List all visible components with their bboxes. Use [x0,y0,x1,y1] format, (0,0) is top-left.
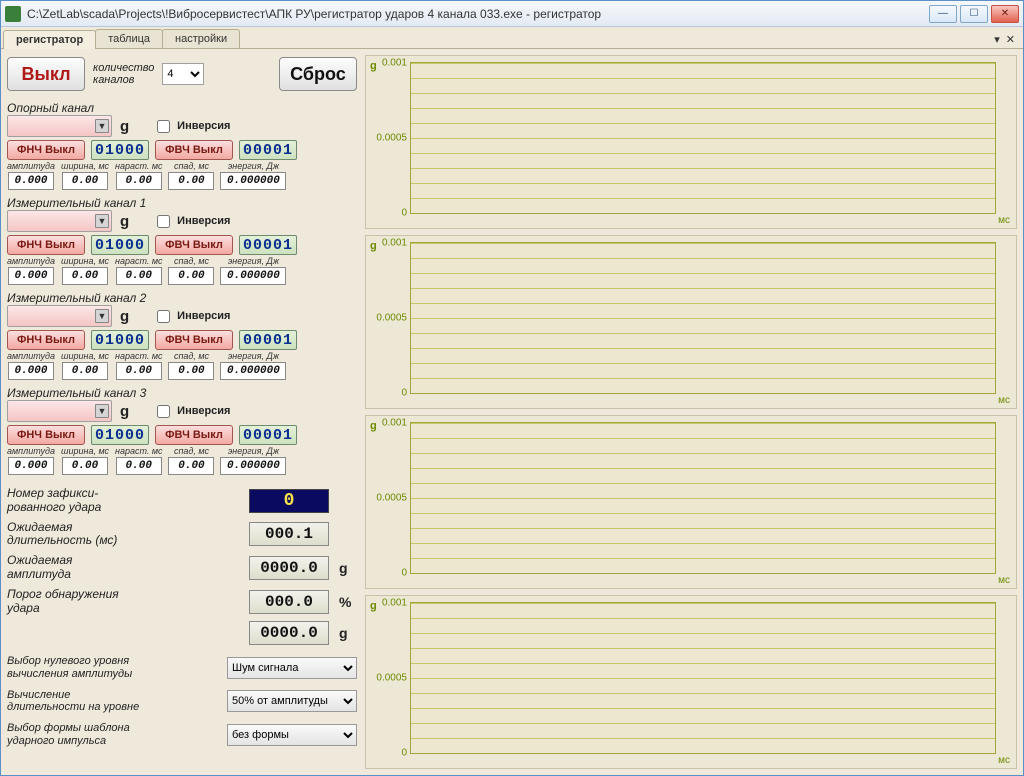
channel-1-hpf-value[interactable]: 00001 [239,235,297,255]
channel-0-inversion[interactable]: Инверсия [153,117,230,136]
tab-registrator[interactable]: регистратор [3,30,96,49]
shape-label: Выбор формы шаблонаударного импульса [7,722,219,747]
minimize-button[interactable]: — [929,5,957,23]
channel-1-inversion[interactable]: Инверсия [153,212,230,231]
expected-amplitude-label: Ожидаемаяамплитуда [7,554,239,582]
channel-1-hpf-button[interactable]: ФВЧ Выкл [155,235,233,255]
channel-0-width: 0.00 [62,172,108,190]
channel-3-inversion[interactable]: Инверсия [153,402,230,421]
expected-duration-label: Ожидаемаядлительность (мс) [7,521,239,549]
width-level-label: Вычислениедлительности на уровне [7,689,219,714]
channel-3-source-select[interactable]: ▼ [7,400,112,422]
chevron-down-icon: ▼ [95,309,109,323]
channel-0-unit: g [120,118,129,135]
chart-1-plot[interactable]: 0.001 0.0005 0 [410,242,996,394]
channel-0-hpf-value[interactable]: 00001 [239,140,297,160]
combo-block: Выбор нулевого уровнявычисления амплитуд… [7,655,357,747]
channel-0-title: Опорный канал [7,101,357,115]
hit-number-label: Номер зафикси-рованного удара [7,487,239,515]
threshold-abs-value[interactable]: 0000.0 [249,621,329,645]
close-button[interactable]: ✕ [991,5,1019,23]
channel-1-title: Измерительный канал 1 [7,196,357,210]
channel-2-title: Измерительный канал 2 [7,291,357,305]
chart-2-plot[interactable]: 0.001 0.0005 0 [410,422,996,574]
chart-3[interactable]: g мс 0.001 0.0005 0 [365,595,1017,769]
chart-2[interactable]: g мс 0.001 0.0005 0 [365,415,1017,589]
channel-count-select[interactable]: 4 [162,63,204,85]
top-controls: Выкл количествоканалов 4 Сброс [7,55,357,95]
channel-count-label: количествоканалов [93,62,154,86]
tab-right-controls: ▾ ✕ [994,33,1021,48]
channel-2-inversion[interactable]: Инверсия [153,307,230,326]
maximize-button[interactable]: ☐ [960,5,988,23]
channel-0: Опорный канал ▼ g Инверсия ФНЧ Выкл 0100… [7,99,357,190]
channel-0-amp: 0.000 [8,172,54,190]
channel-3: Измерительный канал 3 ▼ g Инверсия ФНЧ В… [7,384,357,475]
channel-3-title: Измерительный канал 3 [7,386,357,400]
chevron-down-icon: ▼ [95,404,109,418]
tab-bar: регистратор таблица настройки ▾ ✕ [1,27,1023,49]
channel-0-energy: 0.000000 [220,172,286,190]
expected-amplitude-value[interactable]: 0000.0 [249,556,329,580]
channel-2: Измерительный канал 2 ▼ g Инверсия ФНЧ В… [7,289,357,380]
channel-0-hpf-button[interactable]: ФВЧ Выкл [155,140,233,160]
channel-0-source-select[interactable]: ▼ [7,115,112,137]
channel-1: Измерительный канал 1 ▼ g Инверсия ФНЧ В… [7,194,357,285]
channel-0-rise: 0.00 [116,172,162,190]
chart-0[interactable]: g мс 0.001 0.0005 0 [365,55,1017,229]
chart-3-plot[interactable]: 0.001 0.0005 0 [410,602,996,754]
titlebar: C:\ZetLab\scada\Projects\!Вибросервистес… [1,1,1023,27]
channel-1-source-select[interactable]: ▼ [7,210,112,232]
hit-number-display: 0 [249,489,329,513]
tab-close-icon[interactable]: ✕ [1006,33,1015,46]
channel-0-lpf-value[interactable]: 01000 [91,140,149,160]
tab-menu-icon[interactable]: ▾ [994,33,1000,46]
channel-2-source-select[interactable]: ▼ [7,305,112,327]
content: Выкл количествоканалов 4 Сброс Опорный к… [1,49,1023,775]
chevron-down-icon: ▼ [95,214,109,228]
chevron-down-icon: ▼ [95,119,109,133]
channel-1-lpf-button[interactable]: ФНЧ Выкл [7,235,85,255]
width-level-select[interactable]: 50% от амплитуды [227,690,357,712]
channel-1-lpf-value[interactable]: 01000 [91,235,149,255]
channel-0-lpf-button[interactable]: ФНЧ Выкл [7,140,85,160]
tab-table[interactable]: таблица [95,29,163,48]
expected-duration-value[interactable]: 000.1 [249,522,329,546]
channel-0-fall: 0.00 [168,172,214,190]
zero-level-select[interactable]: Шум сигнала [227,657,357,679]
tab-settings[interactable]: настройки [162,29,240,48]
chart-0-plot[interactable]: 0.001 0.0005 0 [410,62,996,214]
threshold-label: Порог обнаруженияудара [7,588,239,616]
window-buttons: — ☐ ✕ [929,5,1019,23]
charts-panel: g мс 0.001 0.0005 0 g мс [365,55,1017,769]
left-panel: Выкл количествоканалов 4 Сброс Опорный к… [7,55,357,769]
shape-select[interactable]: без формы [227,724,357,746]
chart-1[interactable]: g мс 0.001 0.0005 0 [365,235,1017,409]
reset-button[interactable]: Сброс [279,57,357,91]
status-block: Номер зафикси-рованного удара 0 Ожидаема… [7,487,357,645]
app-window: C:\ZetLab\scada\Projects\!Вибросервистес… [0,0,1024,776]
channel-0-inversion-checkbox[interactable] [157,120,170,133]
app-icon [5,6,21,22]
power-off-button[interactable]: Выкл [7,57,85,91]
threshold-percent-value[interactable]: 000.0 [249,590,329,614]
window-title: C:\ZetLab\scada\Projects\!Вибросервистес… [27,7,929,21]
zero-level-label: Выбор нулевого уровнявычисления амплитуд… [7,655,219,680]
